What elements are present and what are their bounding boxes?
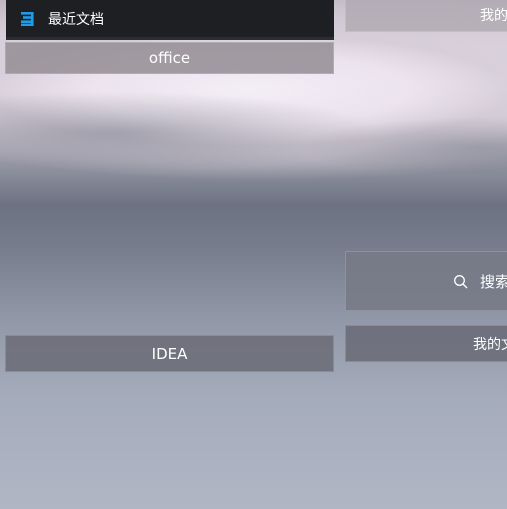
my-tile[interactable]: 我的 xyxy=(345,0,507,32)
office-tile[interactable]: office xyxy=(5,42,334,74)
recent-documents-label: 最近文档 xyxy=(48,11,104,28)
my-documents-tile-label: 我的文 xyxy=(473,336,507,353)
my-tile-label: 我的 xyxy=(480,8,507,24)
idea-tile-label: IDEA xyxy=(151,344,188,363)
my-documents-tile[interactable]: 我的文 xyxy=(345,325,507,362)
recent-documents-bar[interactable]: 最近文档 xyxy=(6,0,334,40)
cloud-shadow xyxy=(0,92,507,182)
desktop-background: { "recent_docs": { "label": "最近文档", "ico… xyxy=(0,0,507,509)
document-stack-icon xyxy=(20,11,36,27)
search-icon xyxy=(453,274,468,289)
search-tile-label: 搜索 xyxy=(480,272,507,291)
search-tile[interactable]: 搜索 xyxy=(345,251,507,311)
office-tile-label: office xyxy=(148,49,191,67)
idea-tile[interactable]: IDEA xyxy=(5,335,334,372)
